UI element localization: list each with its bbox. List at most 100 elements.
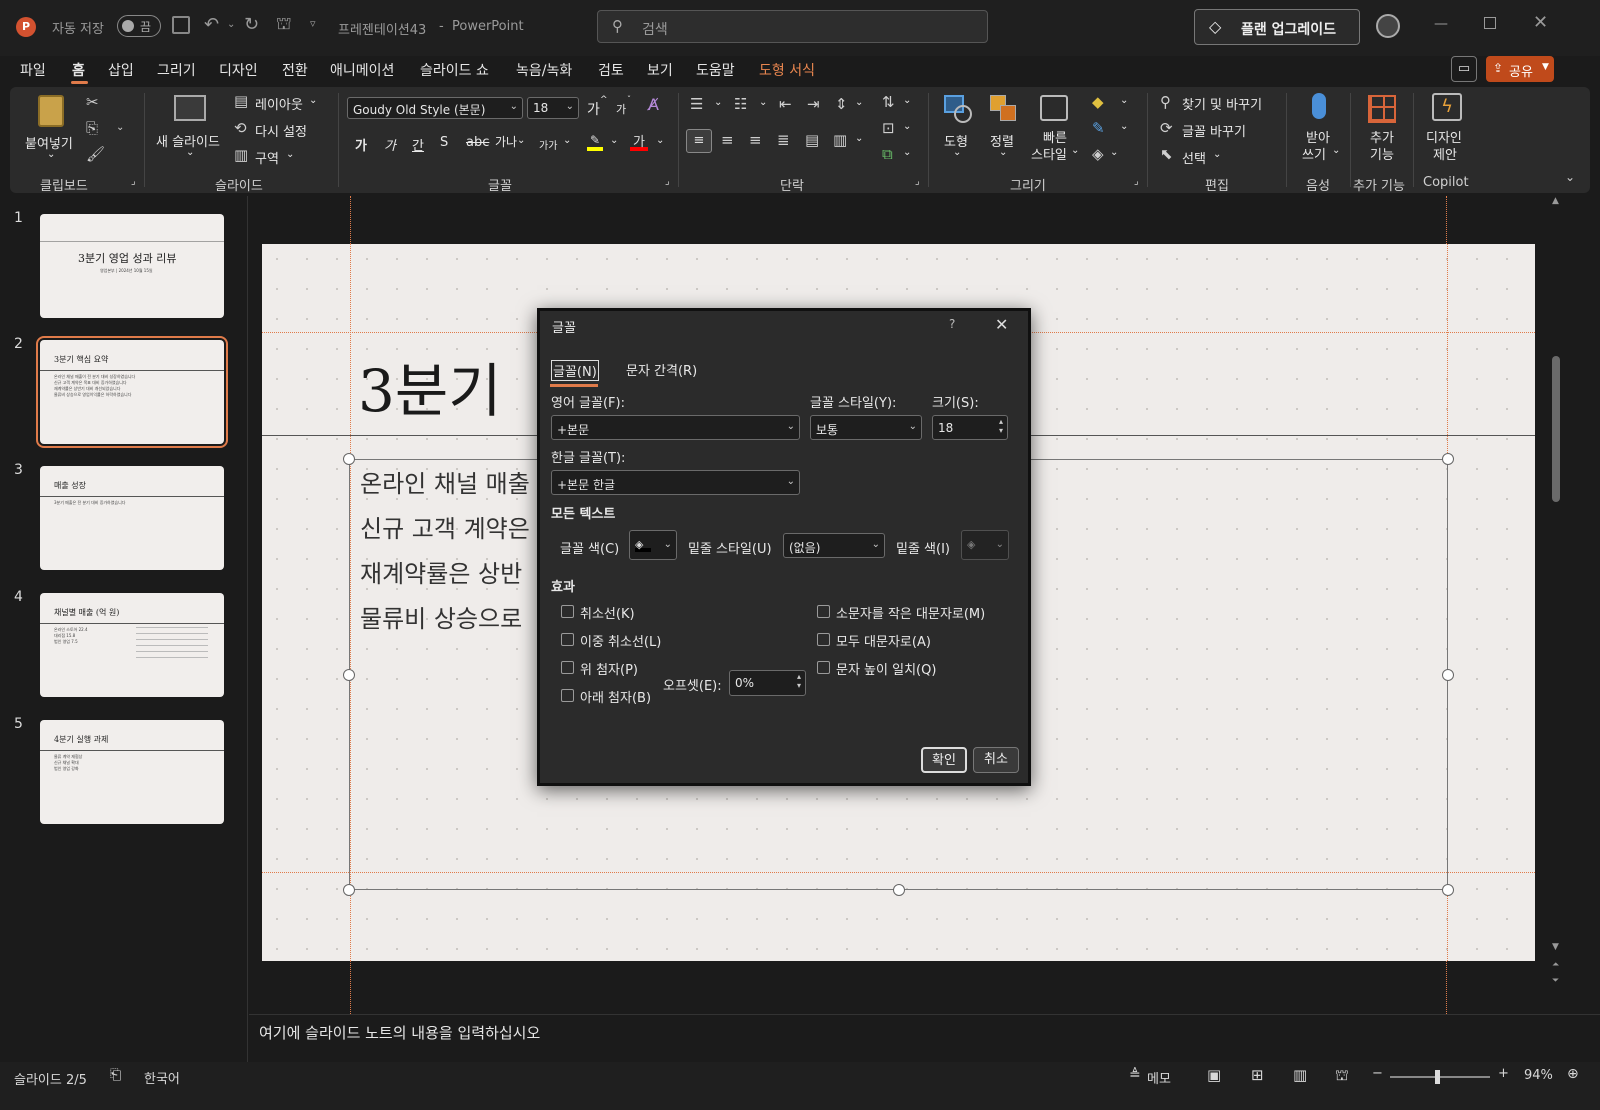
- language-indicator[interactable]: 한국어: [144, 1068, 180, 1087]
- drawing-launcher-icon[interactable]: ⌟: [1134, 177, 1139, 187]
- align-left-icon[interactable]: ≡: [686, 129, 712, 153]
- comments-icon[interactable]: ▭: [1451, 56, 1477, 82]
- redo-icon[interactable]: ↻: [244, 14, 259, 35]
- undo-dropdown-icon[interactable]: ⌄: [227, 19, 235, 30]
- shape-effects-dropdown-icon[interactable]: ⌄: [1110, 147, 1118, 158]
- section-icon[interactable]: ▥: [234, 148, 248, 163]
- tab-design[interactable]: 디자인: [219, 60, 258, 80]
- superscript-checkbox[interactable]: [561, 661, 574, 674]
- line-spacing-icon[interactable]: ⇕: [835, 97, 848, 112]
- resize-handle[interactable]: [893, 884, 905, 896]
- font-name-combo[interactable]: Goudy Old Style (본문) ⌄: [347, 97, 523, 119]
- accessibility-icon[interactable]: ⎗: [110, 1067, 121, 1083]
- columns-icon[interactable]: ▥: [833, 133, 847, 148]
- scroll-up-icon[interactable]: ▲: [1552, 196, 1559, 206]
- font-color-icon[interactable]: 가: [630, 131, 648, 151]
- text-direction-dropdown-icon[interactable]: ⌄: [903, 95, 911, 106]
- zoom-slider[interactable]: [1390, 1070, 1490, 1084]
- numbering-dropdown-icon[interactable]: ⌄: [759, 97, 767, 108]
- bullets-dropdown-icon[interactable]: ⌄: [714, 97, 722, 108]
- align-right-icon[interactable]: ≡: [749, 133, 762, 148]
- slide-thumbnail-1[interactable]: 3분기 영업 성과 리뷰 영업본부 | 2024년 10월 15일: [40, 214, 224, 318]
- save-icon[interactable]: [172, 16, 190, 34]
- tab-slideshow[interactable]: 슬라이드 쇼: [420, 60, 489, 80]
- slide-thumbnail-2[interactable]: 3분기 핵심 요약 온라인 채널 매출이 전 분기 대비 성장하였습니다 신규 …: [36, 336, 228, 448]
- copy-icon[interactable]: ⎘: [86, 121, 98, 136]
- slide-thumbnail-4[interactable]: 채널별 매출 (억 원) 온라인 스토어 22.4 대리점 15.8 법인 영업…: [40, 593, 224, 697]
- tab-review[interactable]: 검토: [598, 60, 624, 80]
- close-window-icon[interactable]: ✕: [1533, 12, 1548, 33]
- copy-dropdown-icon[interactable]: ⌄: [116, 123, 124, 133]
- font-launcher-icon[interactable]: ⌟: [665, 177, 670, 187]
- tab-font[interactable]: 글꼴(N): [551, 360, 599, 381]
- equalize-height-checkbox[interactable]: [817, 661, 830, 674]
- select-icon[interactable]: ⬉: [1160, 147, 1173, 162]
- small-caps-checkbox[interactable]: [817, 605, 830, 618]
- tab-transitions[interactable]: 전환: [282, 60, 308, 80]
- char-spacing-dropdown-icon[interactable]: ⌄: [517, 135, 525, 146]
- highlight-dropdown-icon[interactable]: ⌄: [610, 135, 618, 146]
- layout-icon[interactable]: ▤: [234, 94, 248, 109]
- asian-font-select[interactable]: +본문 한글 ⌄: [551, 470, 800, 495]
- designer-button[interactable]: ϟ 디자인 제안: [1418, 91, 1474, 167]
- zoom-slider-thumb[interactable]: [1435, 1070, 1440, 1084]
- normal-view-icon[interactable]: ▣: [1207, 1066, 1221, 1084]
- bullets-icon[interactable]: ☰: [690, 97, 703, 112]
- smartart-dropdown-icon[interactable]: ⌄: [903, 147, 911, 158]
- tab-shape-format[interactable]: 도형 서식: [759, 60, 815, 80]
- quick-styles-button[interactable]: 빠른 스타일 ⌄: [1028, 91, 1082, 167]
- justify-icon[interactable]: ≣: [777, 133, 790, 148]
- addins-button[interactable]: 추가 기능: [1356, 91, 1408, 167]
- offset-spinner[interactable]: 0% ▴ ▾: [729, 670, 806, 696]
- shape-effects-icon[interactable]: ◈: [1092, 147, 1104, 162]
- shape-fill-icon[interactable]: ◆: [1092, 95, 1104, 110]
- ok-button[interactable]: 확인: [921, 747, 967, 773]
- layout-button[interactable]: 레이아웃: [255, 94, 303, 113]
- minimize-icon[interactable]: —: [1434, 16, 1448, 32]
- resize-handle[interactable]: [343, 669, 355, 681]
- customize-qat-icon[interactable]: ▿: [310, 17, 316, 30]
- char-spacing-button[interactable]: 가나: [495, 133, 517, 150]
- next-slide-icon[interactable]: ⏷: [1552, 976, 1559, 986]
- vertical-scrollbar[interactable]: [1552, 356, 1560, 502]
- notes-toggle[interactable]: 메모: [1147, 1068, 1171, 1087]
- reading-view-icon[interactable]: ▥: [1293, 1066, 1307, 1084]
- scroll-down-icon[interactable]: ▼: [1552, 942, 1559, 952]
- slide-title[interactable]: 3분기: [358, 344, 502, 428]
- find-icon[interactable]: ⚲: [1160, 95, 1171, 110]
- underline-style-select[interactable]: (없음) ⌄: [783, 533, 885, 558]
- zoom-level[interactable]: 94%: [1524, 1068, 1553, 1083]
- slide-sorter-icon[interactable]: ⊞: [1251, 1066, 1264, 1084]
- columns-dropdown-icon[interactable]: ⌄: [855, 133, 863, 144]
- highlight-color-icon[interactable]: ✎: [587, 133, 603, 151]
- all-caps-checkbox[interactable]: [817, 633, 830, 646]
- tab-insert[interactable]: 삽입: [108, 60, 134, 80]
- notes-toggle-icon[interactable]: ≜: [1129, 1067, 1141, 1083]
- tab-animations[interactable]: 애니메이션: [330, 60, 394, 80]
- align-text-dropdown-icon[interactable]: ⌄: [903, 121, 911, 132]
- underline-button[interactable]: 간: [412, 135, 424, 154]
- increase-indent-icon[interactable]: ⇥: [807, 97, 820, 112]
- undo-icon[interactable]: ↶: [204, 14, 219, 35]
- font-color-dropdown-icon[interactable]: ⌄: [656, 135, 664, 146]
- fit-slide-icon[interactable]: ⊕: [1567, 1066, 1579, 1082]
- resize-handle[interactable]: [1442, 669, 1454, 681]
- paste-button[interactable]: 붙여넣기 ⌄: [22, 91, 80, 167]
- arrange-button[interactable]: 정렬 ⌄: [982, 91, 1026, 167]
- resize-handle[interactable]: [1442, 884, 1454, 896]
- distributed-icon[interactable]: ▤: [805, 133, 819, 148]
- grow-font-button[interactable]: 가: [587, 99, 600, 119]
- replace-font-icon[interactable]: ⟳: [1160, 121, 1173, 136]
- font-size-combo[interactable]: 18 ⌄: [527, 97, 579, 119]
- select-dropdown-icon[interactable]: ⌄: [1213, 149, 1221, 160]
- reset-button[interactable]: 다시 설정: [255, 121, 307, 140]
- close-icon[interactable]: ✕: [995, 315, 1008, 334]
- latin-font-select[interactable]: +본문 ⌄: [551, 415, 800, 440]
- strikethrough-checkbox[interactable]: [561, 605, 574, 618]
- select-button[interactable]: 선택: [1182, 148, 1206, 167]
- ribbon-collapse-icon[interactable]: ⌄: [1565, 171, 1575, 183]
- new-slide-button[interactable]: 새 슬라이드 ⌄: [152, 91, 228, 167]
- maximize-icon[interactable]: [1484, 17, 1496, 29]
- reset-icon[interactable]: ⟲: [234, 121, 247, 136]
- slide-thumbnail-5[interactable]: 4분기 실행 과제 물류 계약 재협상 신규 채널 확대 법인 영업 강화: [40, 720, 224, 824]
